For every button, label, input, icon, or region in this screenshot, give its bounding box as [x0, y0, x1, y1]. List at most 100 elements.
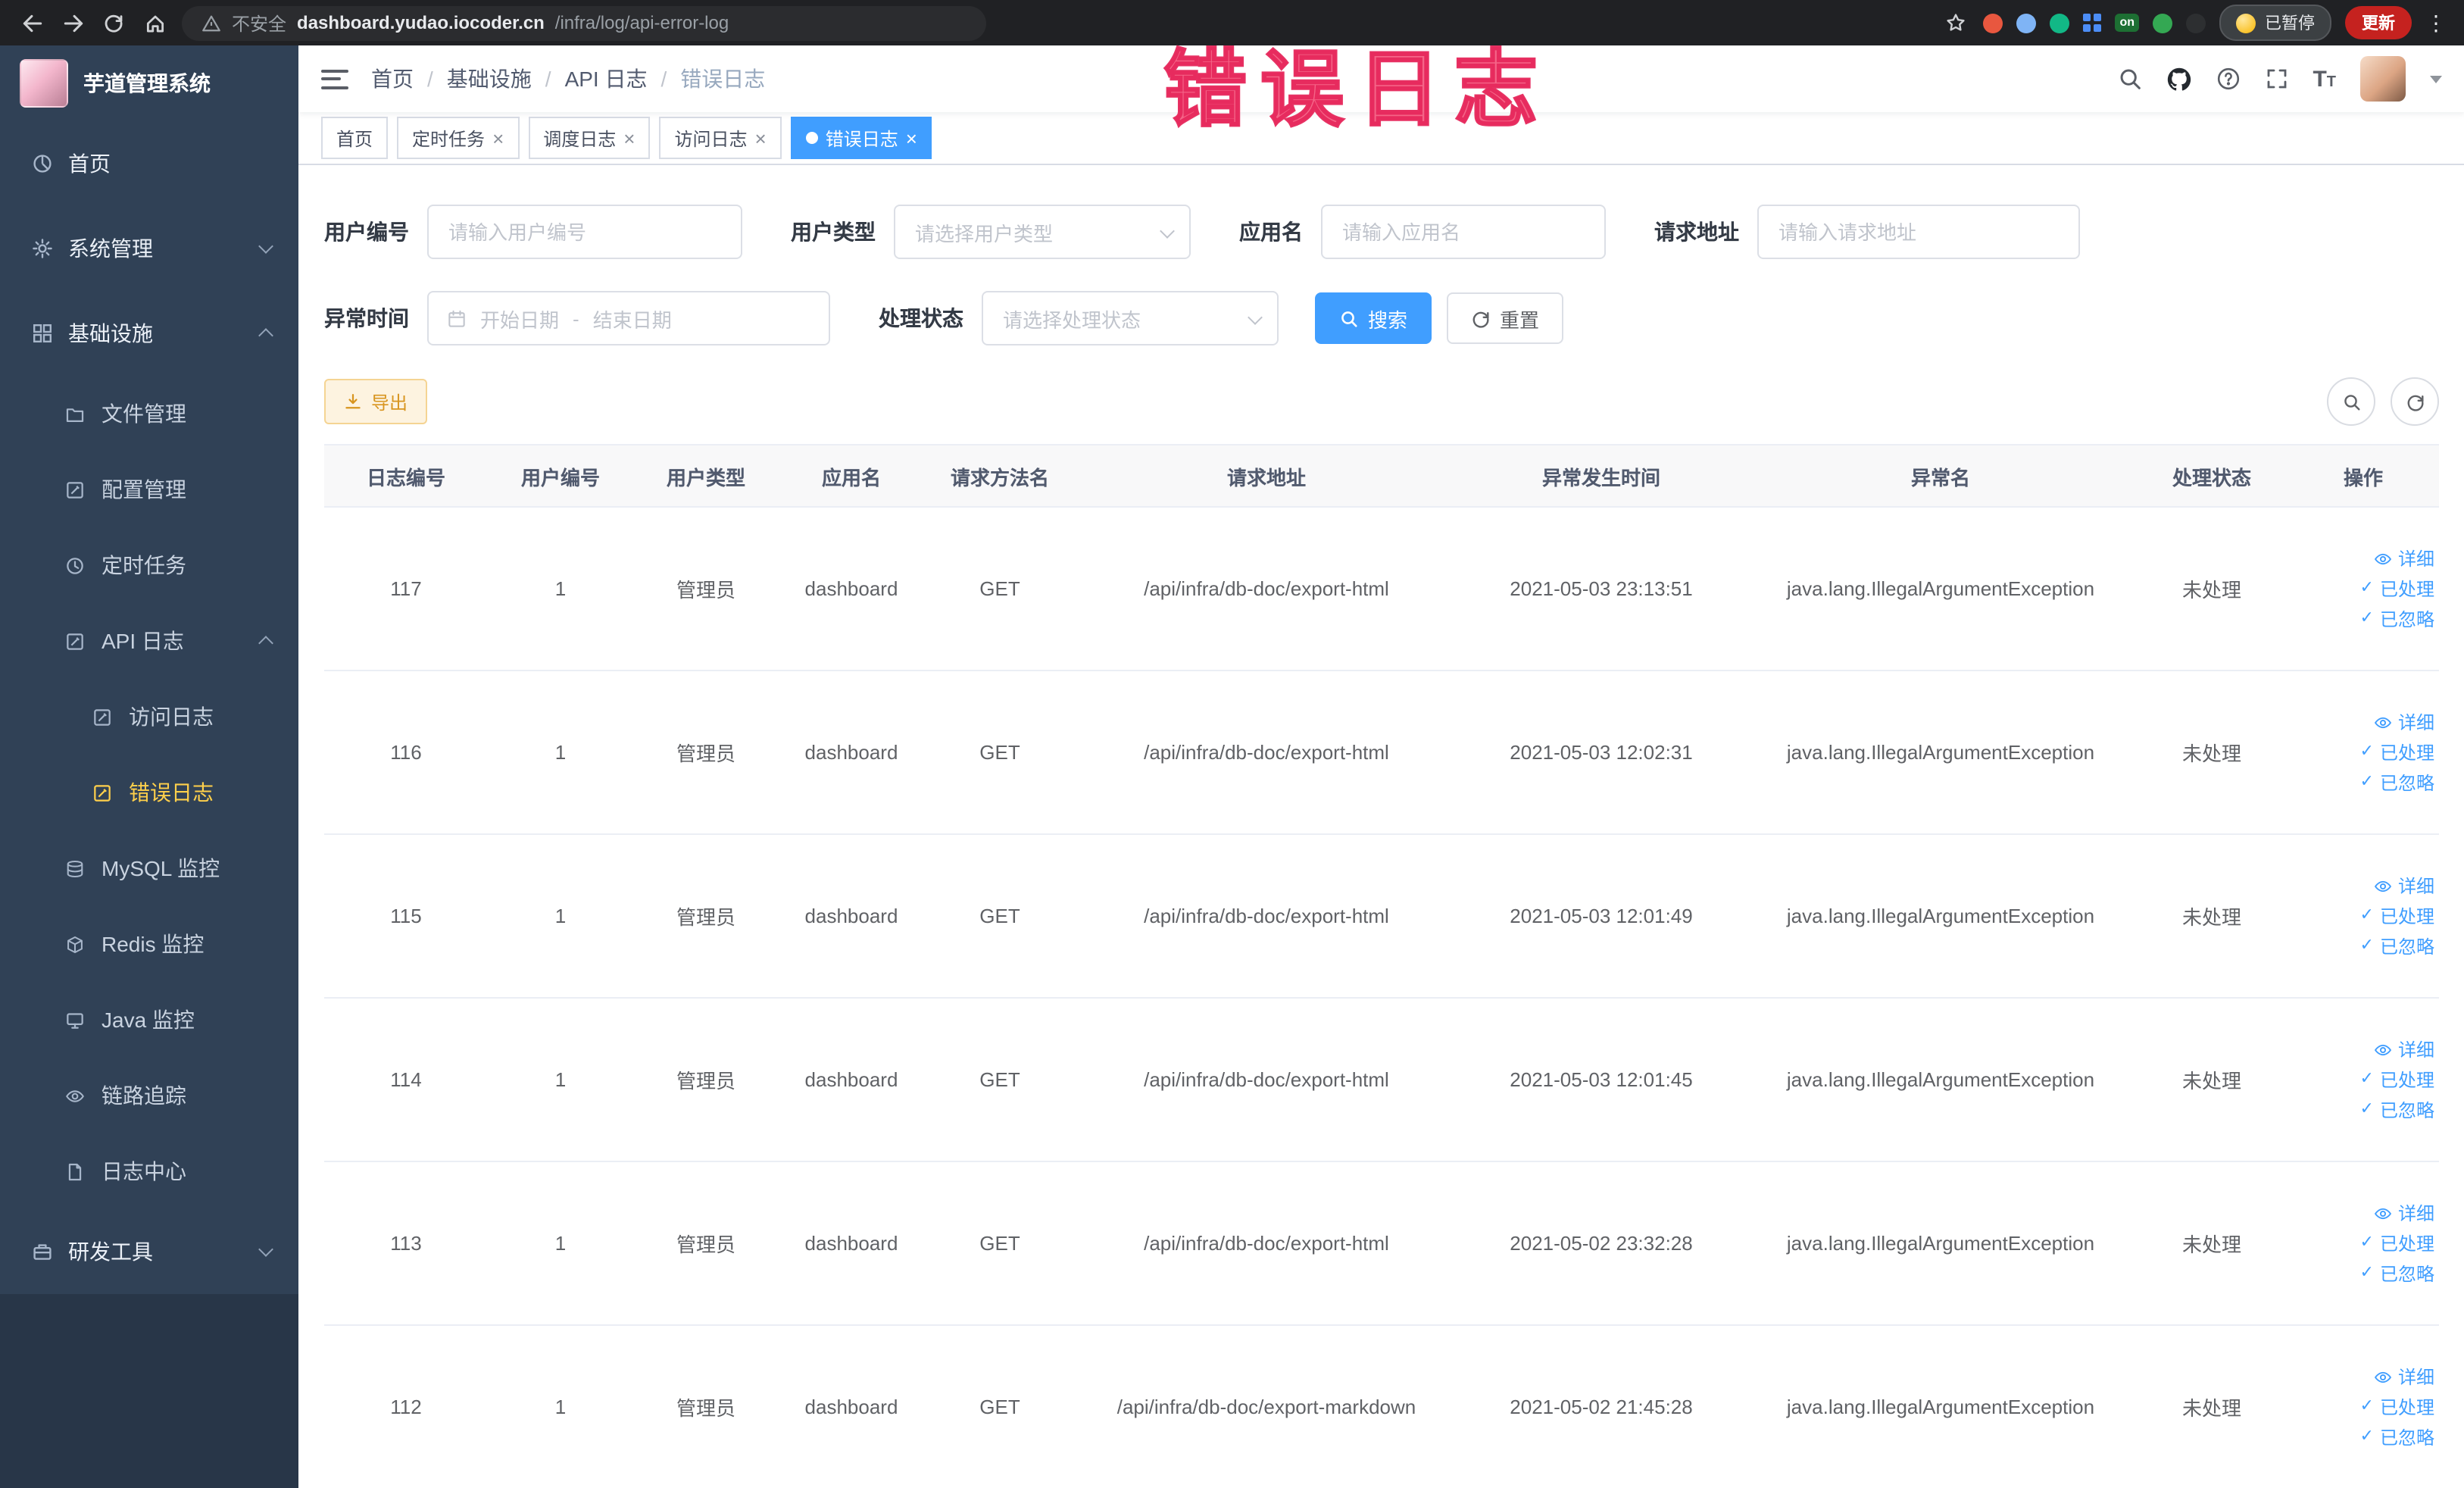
font-size-icon[interactable]: TT: [2313, 67, 2336, 90]
cell-exception-name: java.lang.IllegalArgumentException: [1745, 998, 2136, 1162]
sidebar-item-link-tracing[interactable]: 链路追踪: [0, 1058, 298, 1133]
back-icon[interactable]: [18, 9, 45, 36]
close-icon[interactable]: ×: [492, 128, 504, 148]
mark-processed-link[interactable]: ✓ 已处理: [2360, 1067, 2434, 1093]
sidebar-item-api-log[interactable]: API 日志: [0, 603, 298, 679]
sidebar-item-error-log[interactable]: 错误日志: [0, 755, 298, 830]
chrome-home-icon[interactable]: [141, 9, 168, 36]
detail-link[interactable]: 详细: [2374, 873, 2434, 899]
extension-icon-plant[interactable]: [2153, 13, 2172, 33]
app-logo[interactable]: 芋道管理系统: [0, 45, 298, 121]
mark-processed-link[interactable]: ✓ 已处理: [2360, 1230, 2434, 1256]
cell-exception-time: 2021-05-03 12:01:49: [1457, 834, 1745, 999]
extension-icon-grid[interactable]: [2083, 14, 2102, 32]
search-button[interactable]: 搜索: [1315, 292, 1432, 344]
security-label: 不安全: [232, 13, 287, 34]
sidebar-item-redis-monitor[interactable]: Redis 监控: [0, 906, 298, 982]
extension-on-badge[interactable]: on: [2115, 14, 2139, 32]
breadcrumb-api-log[interactable]: API 日志: [565, 64, 648, 94]
detail-link[interactable]: 详细: [2374, 1036, 2434, 1062]
sidebar-item-infrastructure[interactable]: 基础设施: [0, 291, 298, 376]
extension-icon-green[interactable]: [2050, 13, 2070, 33]
extension-icon-paw[interactable]: [2186, 13, 2206, 33]
breadcrumb-infrastructure[interactable]: 基础设施: [447, 64, 532, 94]
tab-scheduled-tasks[interactable]: 定时任务 ×: [397, 117, 520, 159]
mark-ignored-link[interactable]: ✓ 已忽略: [2360, 606, 2434, 632]
mark-processed-link[interactable]: ✓ 已处理: [2360, 739, 2434, 765]
tab-home[interactable]: 首页: [321, 117, 389, 159]
help-icon[interactable]: [2216, 67, 2240, 91]
cell-log-id: 113: [324, 1161, 488, 1326]
sidebar-item-dev-tools[interactable]: 研发工具: [0, 1209, 298, 1294]
sidebar-item-system-management[interactable]: 系统管理: [0, 206, 298, 291]
chrome-menu-icon[interactable]: ⋮: [2425, 10, 2447, 36]
process-status-select[interactable]: 请选择处理状态: [982, 291, 1279, 345]
mark-ignored-link[interactable]: ✓ 已忽略: [2360, 1424, 2434, 1450]
mark-processed-link[interactable]: ✓ 已处理: [2360, 576, 2434, 602]
fullscreen-icon[interactable]: [2264, 67, 2288, 91]
export-button[interactable]: 导出: [324, 379, 428, 424]
mark-processed-link[interactable]: ✓ 已处理: [2360, 903, 2434, 929]
cell-process-status: 未处理: [2136, 998, 2288, 1162]
detail-link[interactable]: 详细: [2374, 545, 2434, 571]
cell-method: GET: [924, 834, 1076, 999]
col-app-name: 应用名: [779, 444, 924, 508]
sidebar-item-java-monitor[interactable]: Java 监控: [0, 982, 298, 1058]
sidebar-item-config-management[interactable]: 配置管理: [0, 452, 298, 527]
extension-icon-blue[interactable]: [2016, 13, 2037, 33]
user-type-select[interactable]: 请选择用户类型: [894, 205, 1191, 259]
forward-icon[interactable]: [59, 9, 86, 36]
cell-process-status: 未处理: [2136, 1161, 2288, 1326]
mark-ignored-link[interactable]: ✓ 已忽略: [2360, 1261, 2434, 1286]
user-id-input[interactable]: [427, 205, 742, 259]
eye-icon: [64, 1084, 86, 1107]
toggle-search-button[interactable]: [2327, 377, 2375, 426]
request-url-input[interactable]: [1757, 205, 2080, 259]
check-icon: ✓: [2359, 1427, 2374, 1446]
check-icon: ✓: [2359, 579, 2374, 597]
sidebar-item-mysql-monitor[interactable]: MySQL 监控: [0, 830, 298, 906]
user-avatar[interactable]: [2360, 56, 2406, 102]
refresh-button[interactable]: [2391, 377, 2439, 426]
sidebar-item-home[interactable]: 首页: [0, 121, 298, 206]
paused-badge[interactable]: 已暂停: [2219, 5, 2331, 41]
detail-link[interactable]: 详细: [2374, 709, 2434, 735]
sidebar-toggle-icon[interactable]: [321, 69, 348, 89]
check-icon: ✓: [2359, 742, 2374, 761]
search-icon[interactable]: [2117, 67, 2141, 91]
cell-exception-time: 2021-05-03 23:13:51: [1457, 507, 1745, 671]
reload-icon[interactable]: [100, 9, 127, 36]
detail-link[interactable]: 详细: [2374, 1200, 2434, 1226]
sidebar-item-access-log[interactable]: 访问日志: [0, 679, 298, 755]
update-button[interactable]: 更新: [2345, 6, 2412, 39]
mark-processed-link[interactable]: ✓ 已处理: [2360, 1394, 2434, 1420]
detail-link[interactable]: 详细: [2374, 1364, 2434, 1390]
close-icon[interactable]: ×: [755, 128, 767, 148]
sidebar-item-log-center[interactable]: 日志中心: [0, 1133, 298, 1209]
tab-schedule-log[interactable]: 调度日志 ×: [528, 117, 651, 159]
user-type-label: 用户类型: [791, 220, 876, 244]
avatar-caret-icon[interactable]: [2430, 75, 2442, 83]
close-icon[interactable]: ×: [906, 128, 917, 148]
mark-ignored-link[interactable]: ✓ 已忽略: [2360, 770, 2434, 796]
github-icon[interactable]: [2166, 66, 2191, 92]
sidebar-item-scheduled-tasks[interactable]: 定时任务: [0, 527, 298, 603]
check-icon: ✓: [2359, 1233, 2374, 1252]
grid-icon: [30, 322, 53, 345]
tab-error-log[interactable]: 错误日志 ×: [790, 117, 932, 159]
mark-ignored-link[interactable]: ✓ 已忽略: [2360, 933, 2434, 959]
mark-ignored-link[interactable]: ✓ 已忽略: [2360, 1097, 2434, 1123]
address-bar[interactable]: 不安全 dashboard.yudao.iocoder.cn/infra/log…: [182, 5, 986, 40]
tab-access-log[interactable]: 访问日志 ×: [659, 117, 782, 159]
sidebar-item-file-management[interactable]: 文件管理: [0, 376, 298, 452]
exception-time-range-picker[interactable]: 开始日期 - 结束日期: [427, 291, 830, 345]
bookmark-star-icon[interactable]: [1942, 9, 1969, 36]
close-icon[interactable]: ×: [623, 128, 635, 148]
breadcrumb-home[interactable]: 首页: [371, 64, 414, 94]
extension-icon-red[interactable]: [1983, 13, 2003, 33]
cell-request-url: /api/infra/db-doc/export-html: [1076, 998, 1457, 1162]
app-name-input[interactable]: [1321, 205, 1606, 259]
chevron-down-icon: [258, 239, 273, 254]
reset-button[interactable]: 重置: [1447, 292, 1564, 344]
user-id-label: 用户编号: [324, 220, 409, 244]
